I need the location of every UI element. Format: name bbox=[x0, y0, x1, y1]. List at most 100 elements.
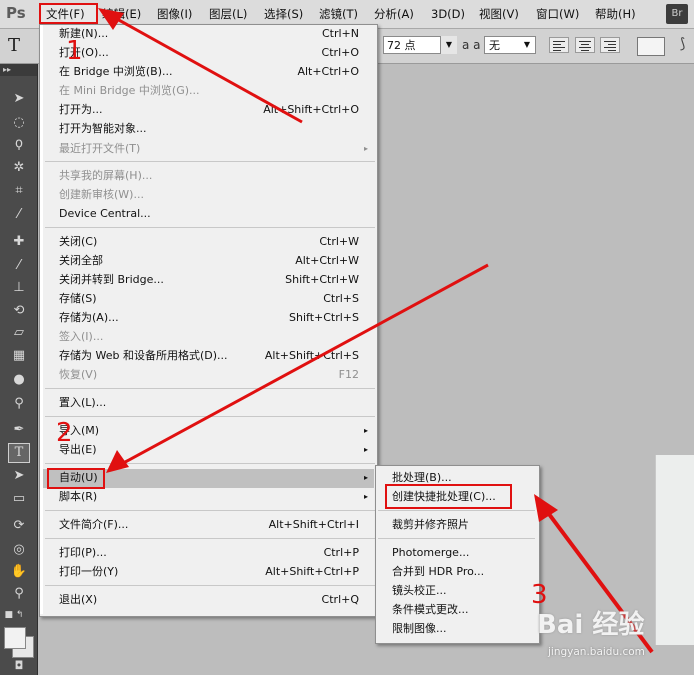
menu-item-check-in: 签入(I)... bbox=[45, 328, 375, 346]
menu-item-label: 存储为 Web 和设备所用格式(D)... bbox=[59, 349, 228, 362]
menu-item-open-as[interactable]: 打开为... Alt+Shift+Ctrl+O bbox=[45, 101, 375, 119]
swap-colors-icon[interactable]: ■ ↰ bbox=[3, 606, 25, 624]
menu-item-create-review: 创建新审核(W)... bbox=[45, 186, 375, 204]
menu-item-new[interactable]: 新建(N)... Ctrl+N bbox=[45, 25, 375, 43]
menu-analysis[interactable]: 分析(A) bbox=[374, 6, 414, 22]
submenu-item-conditional-mode[interactable]: 条件模式更改... bbox=[392, 601, 469, 619]
bridge-icon[interactable]: Br bbox=[666, 4, 688, 24]
menu-help[interactable]: 帮助(H) bbox=[595, 6, 636, 22]
menu-item-print[interactable]: 打印(P)... Ctrl+P bbox=[45, 544, 375, 562]
menu-item-label: 存储(S) bbox=[59, 292, 97, 305]
anti-alias-dropdown-icon[interactable]: ▼ bbox=[519, 36, 535, 54]
baidu-watermark-logo: Bai 经验 bbox=[537, 610, 645, 640]
menu-window[interactable]: 窗口(W) bbox=[536, 6, 579, 22]
submenu-item-lens-correction[interactable]: 镜头校正... bbox=[392, 582, 447, 600]
history-brush-icon[interactable]: ⟲ bbox=[8, 302, 30, 320]
menu-item-device-central[interactable]: Device Central... bbox=[45, 205, 375, 223]
menu-item-shortcut: Shift+Ctrl+W bbox=[285, 273, 359, 286]
stamp-icon[interactable]: ⊥ bbox=[8, 279, 30, 297]
text-icon[interactable]: T bbox=[8, 443, 30, 463]
menu-image[interactable]: 图像(I) bbox=[157, 6, 192, 22]
menu-layer[interactable]: 图层(L) bbox=[209, 6, 247, 22]
eyedropper-icon[interactable]: ⁄ bbox=[8, 206, 30, 224]
menu-item-close[interactable]: 关闭(C) Ctrl+W bbox=[45, 233, 375, 251]
submenu-item-merge-hdr[interactable]: 合并到 HDR Pro... bbox=[392, 563, 484, 581]
watermark-url: jingyan.baidu.com bbox=[548, 646, 645, 658]
3d-rotate-icon[interactable]: ⟳ bbox=[8, 517, 30, 535]
menu-item-save-for-web[interactable]: 存储为 Web 和设备所用格式(D)... Alt+Shift+Ctrl+S bbox=[45, 347, 375, 365]
menu-3d[interactable]: 3D(D) bbox=[431, 6, 465, 22]
menu-view[interactable]: 视图(V) bbox=[479, 6, 519, 22]
menu-separator bbox=[45, 227, 375, 228]
menu-item-exit[interactable]: 退出(X) Ctrl+Q bbox=[45, 591, 375, 609]
gradient-icon[interactable]: ▦ bbox=[8, 347, 30, 365]
menu-item-shortcut: Alt+Shift+Ctrl+O bbox=[263, 103, 359, 116]
dodge-icon[interactable]: ⚲ bbox=[8, 395, 30, 413]
text-color-swatch[interactable] bbox=[637, 37, 665, 56]
menu-item-label: 打开为智能对象... bbox=[59, 122, 147, 135]
quick-mask-icon[interactable]: ◘ bbox=[8, 657, 30, 675]
menu-item-import[interactable]: 导入(M) ▸ bbox=[45, 422, 375, 440]
menu-item-shortcut: Alt+Shift+Ctrl+S bbox=[264, 349, 359, 362]
align-left-icon[interactable] bbox=[549, 37, 569, 53]
quick-select-icon[interactable]: ✲ bbox=[8, 159, 30, 177]
path-select-icon[interactable]: ➤ bbox=[8, 467, 30, 485]
menu-item-label: 关闭全部 bbox=[59, 254, 103, 267]
menu-separator bbox=[45, 388, 375, 389]
submenu-arrow-icon: ▸ bbox=[363, 445, 368, 454]
marquee-icon[interactable]: ◌ bbox=[8, 114, 30, 132]
menu-select[interactable]: 选择(S) bbox=[264, 6, 303, 22]
text-tool-preset-icon[interactable]: T bbox=[8, 35, 28, 56]
pen-icon[interactable]: ✒ bbox=[8, 421, 30, 439]
warp-text-icon[interactable]: ⟆ bbox=[680, 36, 685, 52]
crop-icon[interactable]: ⌗ bbox=[8, 182, 30, 200]
menu-item-shortcut: Ctrl+Q bbox=[321, 593, 359, 606]
blur-icon[interactable]: ● bbox=[8, 371, 30, 389]
lasso-icon[interactable]: ϙ bbox=[8, 135, 30, 153]
menu-item-recent-files: 最近打开文件(T) ▸ bbox=[45, 140, 375, 158]
tools-panel-collapse-icon[interactable]: ▸▸ bbox=[0, 64, 37, 76]
step-2-label: 2 bbox=[56, 418, 73, 448]
menu-item-shortcut: F12 bbox=[338, 368, 359, 381]
menu-item-label: Device Central... bbox=[59, 207, 151, 220]
menu-item-browse-bridge[interactable]: 在 Bridge 中浏览(B)... Alt+Ctrl+O bbox=[45, 63, 375, 81]
move-icon[interactable]: ➤ bbox=[8, 90, 30, 108]
menu-item-file-info[interactable]: 文件简介(F)... Alt+Shift+Ctrl+I bbox=[45, 516, 375, 534]
menu-item-close-all[interactable]: 关闭全部 Alt+Ctrl+W bbox=[45, 252, 375, 270]
align-center-icon[interactable] bbox=[575, 37, 595, 53]
hand-icon[interactable]: ✋ bbox=[8, 563, 30, 581]
menu-item-shortcut: Ctrl+P bbox=[323, 546, 359, 559]
brush-icon[interactable]: ⁄ bbox=[8, 257, 30, 275]
submenu-item-photomerge[interactable]: Photomerge... bbox=[392, 544, 469, 562]
shape-icon[interactable]: ▭ bbox=[8, 490, 30, 508]
submenu-item-fit-image[interactable]: 限制图像... bbox=[392, 620, 447, 638]
menu-separator bbox=[45, 538, 375, 539]
submenu-arrow-icon: ▸ bbox=[363, 492, 368, 501]
healing-icon[interactable]: ✚ bbox=[8, 233, 30, 251]
menu-item-save-as[interactable]: 存储为(A)... Shift+Ctrl+S bbox=[45, 309, 375, 327]
menu-item-label: 置入(L)... bbox=[59, 396, 107, 409]
eraser-icon[interactable]: ▱ bbox=[8, 324, 30, 342]
menu-item-label: 创建新审核(W)... bbox=[59, 188, 144, 201]
menu-edit[interactable]: 编辑(E) bbox=[102, 6, 141, 22]
submenu-item-crop-straighten[interactable]: 裁剪并修齐照片 bbox=[392, 516, 469, 534]
menu-item-save[interactable]: 存储(S) Ctrl+S bbox=[45, 290, 375, 308]
menu-file[interactable]: 文件(F) bbox=[46, 6, 85, 22]
menu-item-scripts[interactable]: 脚本(R) ▸ bbox=[45, 488, 375, 506]
menu-item-close-go-bridge[interactable]: 关闭并转到 Bridge... Shift+Ctrl+W bbox=[45, 271, 375, 289]
menu-item-label: 退出(X) bbox=[59, 593, 98, 606]
menu-item-shortcut: Ctrl+O bbox=[321, 46, 359, 59]
menu-item-place[interactable]: 置入(L)... bbox=[45, 394, 375, 412]
menu-item-export[interactable]: 导出(E) ▸ bbox=[45, 441, 375, 459]
font-size-dropdown-icon[interactable]: ▼ bbox=[440, 36, 457, 54]
menu-filter[interactable]: 滤镜(T) bbox=[319, 6, 358, 22]
foreground-color-swatch[interactable] bbox=[4, 627, 26, 649]
zoom-icon[interactable]: ⚲ bbox=[8, 585, 30, 603]
align-right-icon[interactable] bbox=[600, 37, 620, 53]
menu-item-label: 恢复(V) bbox=[59, 368, 98, 381]
3d-orbit-icon[interactable]: ◎ bbox=[8, 541, 30, 559]
menu-item-open-smart-object[interactable]: 打开为智能对象... bbox=[45, 120, 375, 138]
menu-item-print-one-copy[interactable]: 打印一份(Y) Alt+Shift+Ctrl+P bbox=[45, 563, 375, 581]
menu-item-open[interactable]: 打开(O)... Ctrl+O bbox=[45, 44, 375, 62]
menu-item-label: 关闭(C) bbox=[59, 235, 98, 248]
